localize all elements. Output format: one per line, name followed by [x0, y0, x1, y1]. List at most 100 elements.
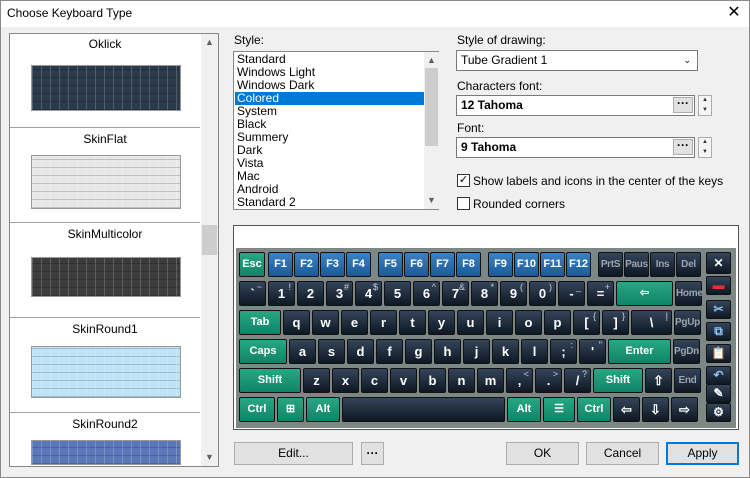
style-listbox[interactable]: ▲ ▼ Standard Windows Light Windows Dark Col… [233, 51, 439, 210]
font-spinner[interactable]: ▲ ▼ [698, 137, 712, 158]
key[interactable]: g [405, 339, 432, 364]
key[interactable]: F7 [430, 252, 455, 277]
key[interactable]: 3 # [326, 281, 353, 306]
font-browse-button[interactable]: ··· [673, 139, 693, 155]
key[interactable]: Enter [608, 339, 671, 364]
skin-item[interactable]: Oklick [10, 33, 200, 128]
key[interactable]: i [486, 310, 513, 335]
key[interactable]: F11 [540, 252, 565, 277]
more-button[interactable]: ··· [361, 442, 384, 465]
key[interactable]: r [370, 310, 397, 335]
spin-up-icon[interactable]: ▲ [699, 96, 711, 106]
close-icon[interactable]: ✕ [706, 252, 731, 274]
font-field[interactable]: 9 Tahoma ··· [456, 137, 695, 158]
key[interactable]: Alt [306, 397, 340, 422]
key[interactable]: Caps [239, 339, 287, 364]
key[interactable]: s [318, 339, 345, 364]
key[interactable]: Ctrl [577, 397, 611, 422]
key[interactable]: = + [587, 281, 614, 306]
key[interactable]: ⇦ [616, 281, 673, 306]
key[interactable]: F9 [488, 252, 513, 277]
key[interactable]: ]} [602, 310, 629, 335]
key[interactable]: End [674, 368, 701, 393]
ok-button[interactable]: OK [506, 442, 579, 465]
cancel-button[interactable]: Cancel [586, 442, 659, 465]
apply-button[interactable]: Apply [666, 442, 739, 465]
scroll-thumb[interactable] [202, 225, 217, 255]
key[interactable]: y [428, 310, 455, 335]
key[interactable]: ⇨ [671, 397, 698, 422]
key[interactable]: F3 [320, 252, 345, 277]
key[interactable]: z [303, 368, 330, 393]
skin-list[interactable]: ▲ ▼ Oklick SkinFlat SkinMulticolor SkinRoun… [9, 33, 219, 467]
key[interactable]: k [492, 339, 519, 364]
key[interactable]: w [312, 310, 339, 335]
key[interactable]: t [399, 310, 426, 335]
key[interactable]: F6 [404, 252, 429, 277]
key[interactable]: h [434, 339, 461, 364]
flag-icon[interactable]: ▬ [706, 276, 731, 295]
key[interactable]: u [457, 310, 484, 335]
paste-icon[interactable]: 📋 [706, 344, 731, 363]
key[interactable]: x [332, 368, 359, 393]
key[interactable]: ⇩ [642, 397, 669, 422]
key[interactable]: 2 [297, 281, 324, 306]
key[interactable]: /? [564, 368, 591, 393]
key[interactable]: 9( [500, 281, 527, 306]
key[interactable]: o [515, 310, 542, 335]
rounded-corners-checkbox[interactable] [457, 197, 470, 210]
key[interactable]: 4 $ [355, 281, 382, 306]
key[interactable]: f [376, 339, 403, 364]
key[interactable]: e [341, 310, 368, 335]
skin-item[interactable]: SkinFlat [10, 128, 200, 223]
key[interactable]: ⊞ [277, 397, 304, 422]
key[interactable]: ⇧ [645, 368, 672, 393]
key[interactable]: Home [675, 281, 703, 306]
key[interactable]: 7 & [442, 281, 469, 306]
show-labels-checkbox[interactable]: ✓ [457, 174, 470, 187]
key[interactable]: \ | [631, 310, 672, 335]
characters-font-browse-button[interactable]: ··· [673, 97, 693, 113]
key[interactable]: PgUp [674, 310, 701, 335]
undo-icon[interactable]: ↶ [706, 366, 731, 385]
key[interactable]: d [347, 339, 374, 364]
key[interactable]: . > [535, 368, 562, 393]
key[interactable]: Del [676, 252, 701, 277]
spin-down-icon[interactable]: ▼ [699, 148, 711, 158]
key[interactable]: Paus [624, 252, 649, 277]
key[interactable]: ⇦ [613, 397, 640, 422]
key[interactable]: Esc [239, 252, 265, 277]
key[interactable]: , < [506, 368, 533, 393]
key[interactable]: PrtS [598, 252, 623, 277]
key[interactable]: c [361, 368, 388, 393]
style-option[interactable]: Vista [235, 157, 424, 170]
key[interactable]: 6 ^ [413, 281, 440, 306]
key[interactable]: m [477, 368, 504, 393]
edit-icon[interactable]: ✎ [706, 384, 731, 403]
scroll-up-icon[interactable]: ▲ [201, 34, 218, 51]
key[interactable]: j [463, 339, 490, 364]
key[interactable]: b [419, 368, 446, 393]
characters-font-field[interactable]: 12 Tahoma ··· [456, 95, 695, 116]
spin-down-icon[interactable]: ▼ [699, 106, 711, 116]
key[interactable]: 8 * [471, 281, 498, 306]
skin-list-scrollbar[interactable]: ▲ ▼ [201, 34, 218, 466]
key[interactable]: a [289, 339, 316, 364]
key[interactable]: F1 [268, 252, 293, 277]
key[interactable]: Shift [593, 368, 643, 393]
key[interactable]: F8 [456, 252, 481, 277]
key[interactable]: F2 [294, 252, 319, 277]
key[interactable]: Ctrl [239, 397, 275, 422]
style-list-scrollbar[interactable]: ▲ ▼ [424, 52, 439, 209]
key[interactable]: ☰ [543, 397, 575, 422]
key[interactable]: F5 [378, 252, 403, 277]
key[interactable]: F10 [514, 252, 539, 277]
skin-item[interactable]: SkinMulticolor [10, 223, 200, 318]
key[interactable]: - _ [558, 281, 585, 306]
scroll-down-icon[interactable]: ▼ [424, 192, 439, 209]
copy-icon[interactable]: ⧉ [706, 322, 731, 341]
cut-icon[interactable]: ✂ [706, 300, 731, 319]
key[interactable]: 5 [384, 281, 411, 306]
edit-button[interactable]: Edit... [234, 442, 353, 465]
gear-icon[interactable]: ⚙ [706, 403, 731, 422]
